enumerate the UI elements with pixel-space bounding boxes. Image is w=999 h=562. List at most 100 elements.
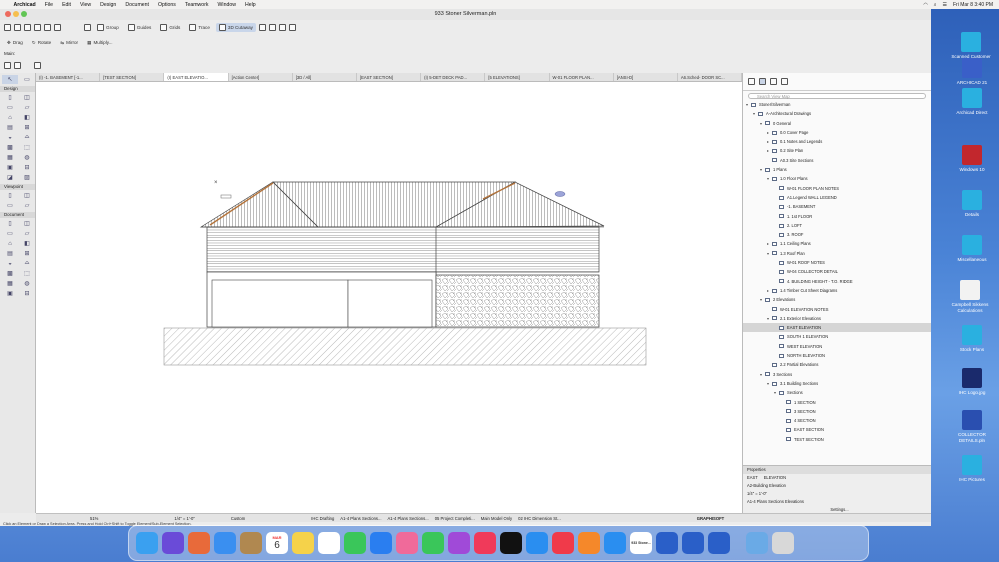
wifi-icon[interactable]: ◠ xyxy=(923,2,927,8)
document-tool-icon[interactable]: ▩ xyxy=(2,269,18,278)
view-map-item[interactable]: 1 SECTION xyxy=(743,398,931,407)
document-tool-icon[interactable]: ▯ xyxy=(2,219,18,228)
design-tool-icon[interactable]: ▯ xyxy=(2,93,18,102)
document-tool-icon[interactable]: ▦ xyxy=(2,279,18,288)
view-map-item[interactable]: NORTH ELEVATION xyxy=(743,351,931,360)
design-tool-icon[interactable]: ▣ xyxy=(2,163,18,172)
notes-dock-icon[interactable] xyxy=(292,532,314,554)
desktop-file-icon[interactable]: ARCHICAD 21 xyxy=(950,58,994,86)
app-menu[interactable]: Archicad xyxy=(9,2,40,8)
selection-method-icon[interactable] xyxy=(4,61,11,69)
zoom-icon[interactable] xyxy=(288,23,296,31)
desktop-file-icon[interactable]: Campbell Sikkens Calculations xyxy=(948,280,992,313)
document-tool-icon[interactable]: ◍ xyxy=(19,279,35,288)
view-map-item[interactable]: ▸ 1.1 Ceiling Plans xyxy=(743,239,931,248)
view-map-item[interactable]: ▸ 0.2 Site Plan xyxy=(743,146,931,155)
view-tab[interactable]: [ANSI-D] xyxy=(614,73,678,81)
menu-window[interactable]: Window xyxy=(213,2,240,8)
view-tab[interactable]: [Action Center] xyxy=(229,73,293,81)
document-tool-icon[interactable]: ◫ xyxy=(19,219,35,228)
model-value[interactable]: Main Model Only xyxy=(481,516,512,521)
archicad-b-dock-icon[interactable] xyxy=(682,532,704,554)
document-tool-icon[interactable]: ▭ xyxy=(2,229,18,238)
design-tool-icon[interactable]: ◒ xyxy=(2,133,18,142)
archicad-a-dock-icon[interactable] xyxy=(656,532,678,554)
menu-options[interactable]: Options xyxy=(153,2,180,8)
scale-value[interactable]: 1/4" = 1'-0" xyxy=(174,516,194,521)
view-map-item[interactable]: ▸ 0.1 Notes and Legends xyxy=(743,137,931,146)
view-map-item[interactable]: EAST ELEVATION xyxy=(743,323,931,333)
view-map-item[interactable]: 3 SECTION xyxy=(743,407,931,416)
view-map-item[interactable]: EAST SECTION xyxy=(743,425,931,434)
pen-icon[interactable] xyxy=(44,23,51,31)
menu-document[interactable]: Document xyxy=(121,2,154,8)
cursor-icon[interactable] xyxy=(34,61,41,69)
layers-icon[interactable] xyxy=(84,23,91,31)
view-map-item[interactable]: W-04 COLLECTOR DETAIL xyxy=(743,267,931,276)
close-window-button[interactable] xyxy=(5,11,11,17)
design-tool-icon[interactable]: ◪ xyxy=(2,173,18,182)
view-map-item[interactable]: TEST SECTION xyxy=(743,435,931,444)
archicad-c-dock-icon[interactable] xyxy=(708,532,730,554)
view-tab[interactable]: [TEST SECTION] xyxy=(100,73,165,81)
selection-shape-icon[interactable] xyxy=(14,61,21,69)
calendar-dock-icon[interactable]: MAR 6 xyxy=(266,532,288,554)
rotate-button[interactable]: ↻ Rotate xyxy=(29,39,54,47)
view-map-item[interactable]: ▾ A-Architectural Drawings xyxy=(743,109,931,118)
view-map-item[interactable]: 4 SECTION xyxy=(743,416,931,425)
view-tab[interactable]: W-01 FLOOR PLAN... xyxy=(550,73,614,81)
phase-value[interactable]: 05 Project Completi... xyxy=(435,516,475,521)
menu-design[interactable]: Design xyxy=(96,2,121,8)
zoom-window-button[interactable] xyxy=(21,11,27,17)
pipette-icon[interactable] xyxy=(54,23,61,31)
viewpoint-tool-icon[interactable]: ▭ xyxy=(2,201,18,210)
reminders-dock-icon[interactable] xyxy=(318,532,340,554)
props-name-a[interactable]: EAST xyxy=(747,474,758,482)
view-tab[interactable]: A6.Sched- DOOR SC... xyxy=(678,73,743,81)
document-tool-icon[interactable]: ⬚ xyxy=(19,269,35,278)
design-tool-icon[interactable]: ⊟ xyxy=(19,163,35,172)
measure-icon[interactable] xyxy=(278,23,286,31)
menu-file[interactable]: File xyxy=(40,2,57,8)
desktop-file-icon[interactable]: IHC Logo.jpg xyxy=(950,368,994,396)
view-tab[interactable]: (I) 5-DET DECK PAD... xyxy=(421,73,486,81)
view-map-item[interactable]: 2.2 Partial Elevations xyxy=(743,360,931,369)
menu-teamwork[interactable]: Teamwork xyxy=(180,2,213,8)
menu-edit[interactable]: Edit xyxy=(58,2,76,8)
desktop-file-icon[interactable]: COLLECTOR DETAILS.pln xyxy=(950,410,994,443)
minimize-window-button[interactable] xyxy=(13,11,19,17)
mail-dock-icon[interactable] xyxy=(214,532,236,554)
design-tool-icon[interactable]: ▩ xyxy=(2,143,18,152)
redo-icon[interactable] xyxy=(24,23,31,31)
document-tool-icon[interactable]: ▱ xyxy=(19,229,35,238)
design-tool-icon[interactable]: ▱ xyxy=(19,103,35,112)
mirror-button[interactable]: ⇋ Mirror xyxy=(57,39,81,47)
clock[interactable]: Fri Mar 8 3:40 PM xyxy=(953,2,993,8)
messages-dock-icon[interactable] xyxy=(422,532,444,554)
undo-icon[interactable] xyxy=(14,23,21,31)
trace-button[interactable]: Trace xyxy=(186,23,213,32)
view-tab[interactable]: (I) -1. BASEMENT [-1... xyxy=(36,73,101,81)
desktop-file-icon[interactable]: IHC Pictures xyxy=(950,455,994,483)
design-tool-icon[interactable]: ◧ xyxy=(19,113,35,122)
podcasts-dock-icon[interactable] xyxy=(448,532,470,554)
marquee-tool-icon[interactable]: ▭ xyxy=(19,75,35,84)
archicad-doc-dock-icon[interactable]: 933 Stone... xyxy=(630,532,652,554)
document-tool-icon[interactable]: ▤ xyxy=(2,249,18,258)
books-dock-icon[interactable] xyxy=(578,532,600,554)
finder-dock-icon[interactable] xyxy=(136,532,158,554)
view-map-item[interactable]: ▸ 1.4 Timber Cut Sheet Diagrams xyxy=(743,286,931,295)
view-map-item[interactable]: ▾ 3.1 Building Sections xyxy=(743,379,931,388)
design-tool-icon[interactable]: ⌓ xyxy=(19,133,35,142)
view-map-item[interactable]: ▾ 1.0 Floor Plans xyxy=(743,174,931,183)
viewpoint-tool-icon[interactable]: ▯ xyxy=(2,191,18,200)
layer2-value[interactable]: A1-4 Plans Sections... xyxy=(388,516,429,521)
document-tool-icon[interactable]: ⊞ xyxy=(19,249,35,258)
trash-dock-icon[interactable] xyxy=(772,532,794,554)
viewpoint-tool-icon[interactable]: ▱ xyxy=(19,201,35,210)
design-tool-icon[interactable]: ⌂ xyxy=(2,113,18,122)
view-map-item[interactable]: -1. BASEMENT xyxy=(743,202,931,211)
dimension-value[interactable]: 02 IHC Dimension St... xyxy=(518,516,561,521)
viewpoint-tool-icon[interactable]: ◫ xyxy=(19,191,35,200)
facetime-dock-icon[interactable] xyxy=(344,532,366,554)
